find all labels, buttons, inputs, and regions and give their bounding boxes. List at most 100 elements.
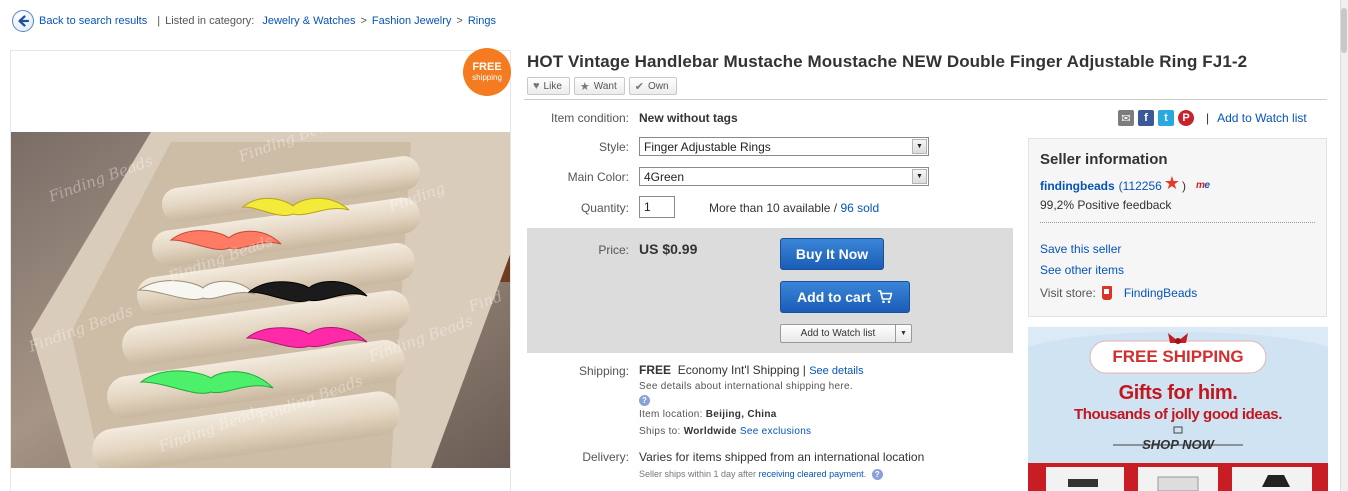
shipping-label: Shipping: bbox=[578, 364, 629, 378]
shipping-summary: FREE Economy Int'l Shipping | See detail… bbox=[639, 363, 864, 377]
quantity-label: Quantity: bbox=[580, 201, 629, 215]
seller-identity: findingbeads (112256 ★ ) me bbox=[1040, 173, 1210, 196]
title-divider bbox=[524, 99, 1327, 100]
back-arrow-icon[interactable] bbox=[12, 10, 34, 32]
see-other-items-link[interactable]: See other items bbox=[1040, 263, 1124, 277]
holiday-ad-banner[interactable]: FREE SHIPPING Gifts for him. Thousands o… bbox=[1028, 327, 1328, 491]
category-link-rings[interactable]: Rings bbox=[468, 15, 496, 27]
add-to-cart-button[interactable]: Add to cart bbox=[780, 281, 910, 313]
store-door-icon bbox=[1101, 286, 1112, 300]
see-shipping-details-link[interactable]: See details bbox=[809, 365, 863, 377]
shipping-divider: | bbox=[802, 363, 806, 377]
price-label: Price: bbox=[598, 243, 629, 257]
visit-store: Visit store: FindingBeads bbox=[1040, 286, 1197, 300]
check-icon: ✔ bbox=[634, 80, 644, 93]
help-icon[interactable]: ? bbox=[871, 469, 883, 481]
breadcrumb-separator: > bbox=[360, 15, 367, 27]
own-button[interactable]: ✔ Own bbox=[628, 77, 677, 95]
cleared-payment-link[interactable]: receiving cleared payment bbox=[759, 469, 864, 479]
feedback-star-icon: ★ bbox=[1163, 173, 1180, 193]
twitter-share-icon[interactable]: t bbox=[1158, 110, 1174, 126]
store-name-link[interactable]: FindingBeads bbox=[1124, 286, 1197, 300]
listed-in-label: Listed in category: bbox=[165, 15, 255, 27]
add-to-cart-label: Add to cart bbox=[797, 289, 871, 305]
main-color-select-value: 4Green bbox=[644, 169, 685, 184]
main-color-label: Main Color: bbox=[567, 170, 629, 184]
share-row: ✉ f t P | Add to Watch list bbox=[1118, 110, 1307, 126]
heart-icon: ♥ bbox=[533, 80, 540, 92]
ad-subline: Thousands of jolly good ideas. bbox=[1073, 406, 1282, 423]
visit-store-label: Visit store: bbox=[1040, 286, 1096, 300]
chevron-down-icon[interactable]: ▼ bbox=[912, 169, 927, 184]
style-select-value: Finger Adjustable Rings bbox=[644, 139, 771, 154]
shipping-service: Economy Int'l Shipping bbox=[677, 363, 800, 377]
star-icon: ★ bbox=[579, 80, 590, 93]
ad-free-shipping-text: FREE SHIPPING bbox=[1112, 347, 1244, 366]
seller-divider bbox=[1040, 222, 1315, 223]
breadcrumb-divider: | bbox=[157, 15, 161, 27]
me-page-icon[interactable]: me bbox=[1196, 180, 1210, 191]
badge-shipping-text: shipping bbox=[472, 73, 502, 82]
feedback-score-link[interactable]: (112256 bbox=[1119, 179, 1162, 193]
seller-name-link[interactable]: findingbeads bbox=[1040, 179, 1115, 193]
delivery-estimate: Varies for items shipped from an interna… bbox=[639, 450, 925, 464]
see-exclusions-link[interactable]: See exclusions bbox=[740, 426, 811, 437]
own-label: Own bbox=[647, 80, 669, 92]
add-to-watch-list-button[interactable]: Add to Watch list ▼ bbox=[780, 324, 912, 343]
save-this-seller-link[interactable]: Save this seller bbox=[1040, 242, 1121, 256]
positive-feedback: 99,2% Positive feedback bbox=[1040, 198, 1172, 212]
page-scrollbar[interactable] bbox=[1340, 0, 1348, 491]
category-link-jewelry-watches[interactable]: Jewelry & Watches bbox=[262, 15, 355, 27]
main-color-select[interactable]: 4Green ▼ bbox=[639, 167, 929, 186]
item-location-value: Beijing, China bbox=[705, 409, 777, 420]
chevron-down-icon[interactable]: ▼ bbox=[895, 325, 911, 342]
facebook-share-icon[interactable]: f bbox=[1138, 110, 1154, 126]
email-share-icon[interactable]: ✉ bbox=[1118, 110, 1134, 126]
product-image-viewer[interactable]: Finding Beads Finding Beads Finding Find… bbox=[10, 50, 511, 491]
shipping-cost: FREE bbox=[639, 363, 672, 377]
style-select[interactable]: Finger Adjustable Rings ▼ bbox=[639, 137, 929, 156]
buy-it-now-label: Buy It Now bbox=[795, 246, 869, 262]
breadcrumb: Back to search results | Listed in categ… bbox=[12, 10, 496, 32]
like-button[interactable]: ♥ Like bbox=[527, 77, 570, 95]
seller-info-title: Seller information bbox=[1040, 151, 1168, 168]
availability-separator: / bbox=[833, 201, 838, 215]
feedback-score-close: ) bbox=[1181, 178, 1186, 193]
want-button[interactable]: ★ Want bbox=[573, 77, 625, 95]
back-to-search-link[interactable]: Back to search results bbox=[39, 15, 147, 27]
seller-information-panel: Seller information findingbeads (112256 … bbox=[1028, 138, 1327, 317]
international-shipping-note[interactable]: See details about international shipping… bbox=[639, 381, 853, 392]
scrollbar-thumb[interactable] bbox=[1341, 8, 1347, 53]
price-value: US $0.99 bbox=[639, 241, 698, 257]
item-title: HOT Vintage Handlebar Mustache Moustache… bbox=[527, 52, 1248, 71]
add-to-watch-list-link[interactable]: Add to Watch list bbox=[1217, 111, 1307, 125]
quantity-input[interactable]: 1 bbox=[639, 196, 675, 218]
chevron-down-icon[interactable]: ▼ bbox=[912, 139, 927, 154]
help-icon[interactable]: ? bbox=[639, 395, 650, 406]
share-divider: | bbox=[1206, 111, 1210, 125]
ad-shop-now-button[interactable]: SHOP NOW bbox=[1028, 437, 1328, 452]
buy-it-now-button[interactable]: Buy It Now bbox=[780, 238, 884, 270]
ships-to: Ships to: Worldwide See exclusions bbox=[639, 426, 811, 437]
handling-time-note: Seller ships within 1 day after receivin… bbox=[639, 469, 883, 481]
want-label: Want bbox=[593, 80, 617, 92]
item-condition-label: Item condition: bbox=[550, 111, 629, 125]
handling-time-text: Seller ships within 1 day after bbox=[639, 469, 757, 479]
item-condition-value: New without tags bbox=[639, 111, 738, 125]
sold-count-link[interactable]: 96 sold bbox=[840, 201, 879, 215]
item-location-label: Item location: bbox=[639, 409, 703, 420]
shopping-cart-icon bbox=[877, 290, 893, 304]
like-label: Like bbox=[543, 80, 562, 92]
badge-free-text: FREE bbox=[472, 61, 502, 73]
category-link-fashion-jewelry[interactable]: Fashion Jewelry bbox=[372, 15, 451, 27]
free-shipping-badge: FREE shipping bbox=[463, 48, 511, 96]
watch-button-label: Add to Watch list bbox=[800, 328, 876, 339]
availability-text: More than 10 available / 96 sold bbox=[709, 201, 879, 215]
product-photo[interactable]: Finding Beads Finding Beads Finding Find… bbox=[11, 132, 511, 468]
social-buttons: ♥ Like ★ Want ✔ Own bbox=[527, 77, 677, 95]
item-location: Item location: Beijing, China bbox=[639, 409, 777, 420]
ad-headline: Gifts for him. bbox=[1118, 382, 1238, 404]
ships-to-value: Worldwide bbox=[683, 426, 737, 437]
pinterest-share-icon[interactable]: P bbox=[1178, 110, 1194, 126]
delivery-label: Delivery: bbox=[582, 450, 629, 464]
